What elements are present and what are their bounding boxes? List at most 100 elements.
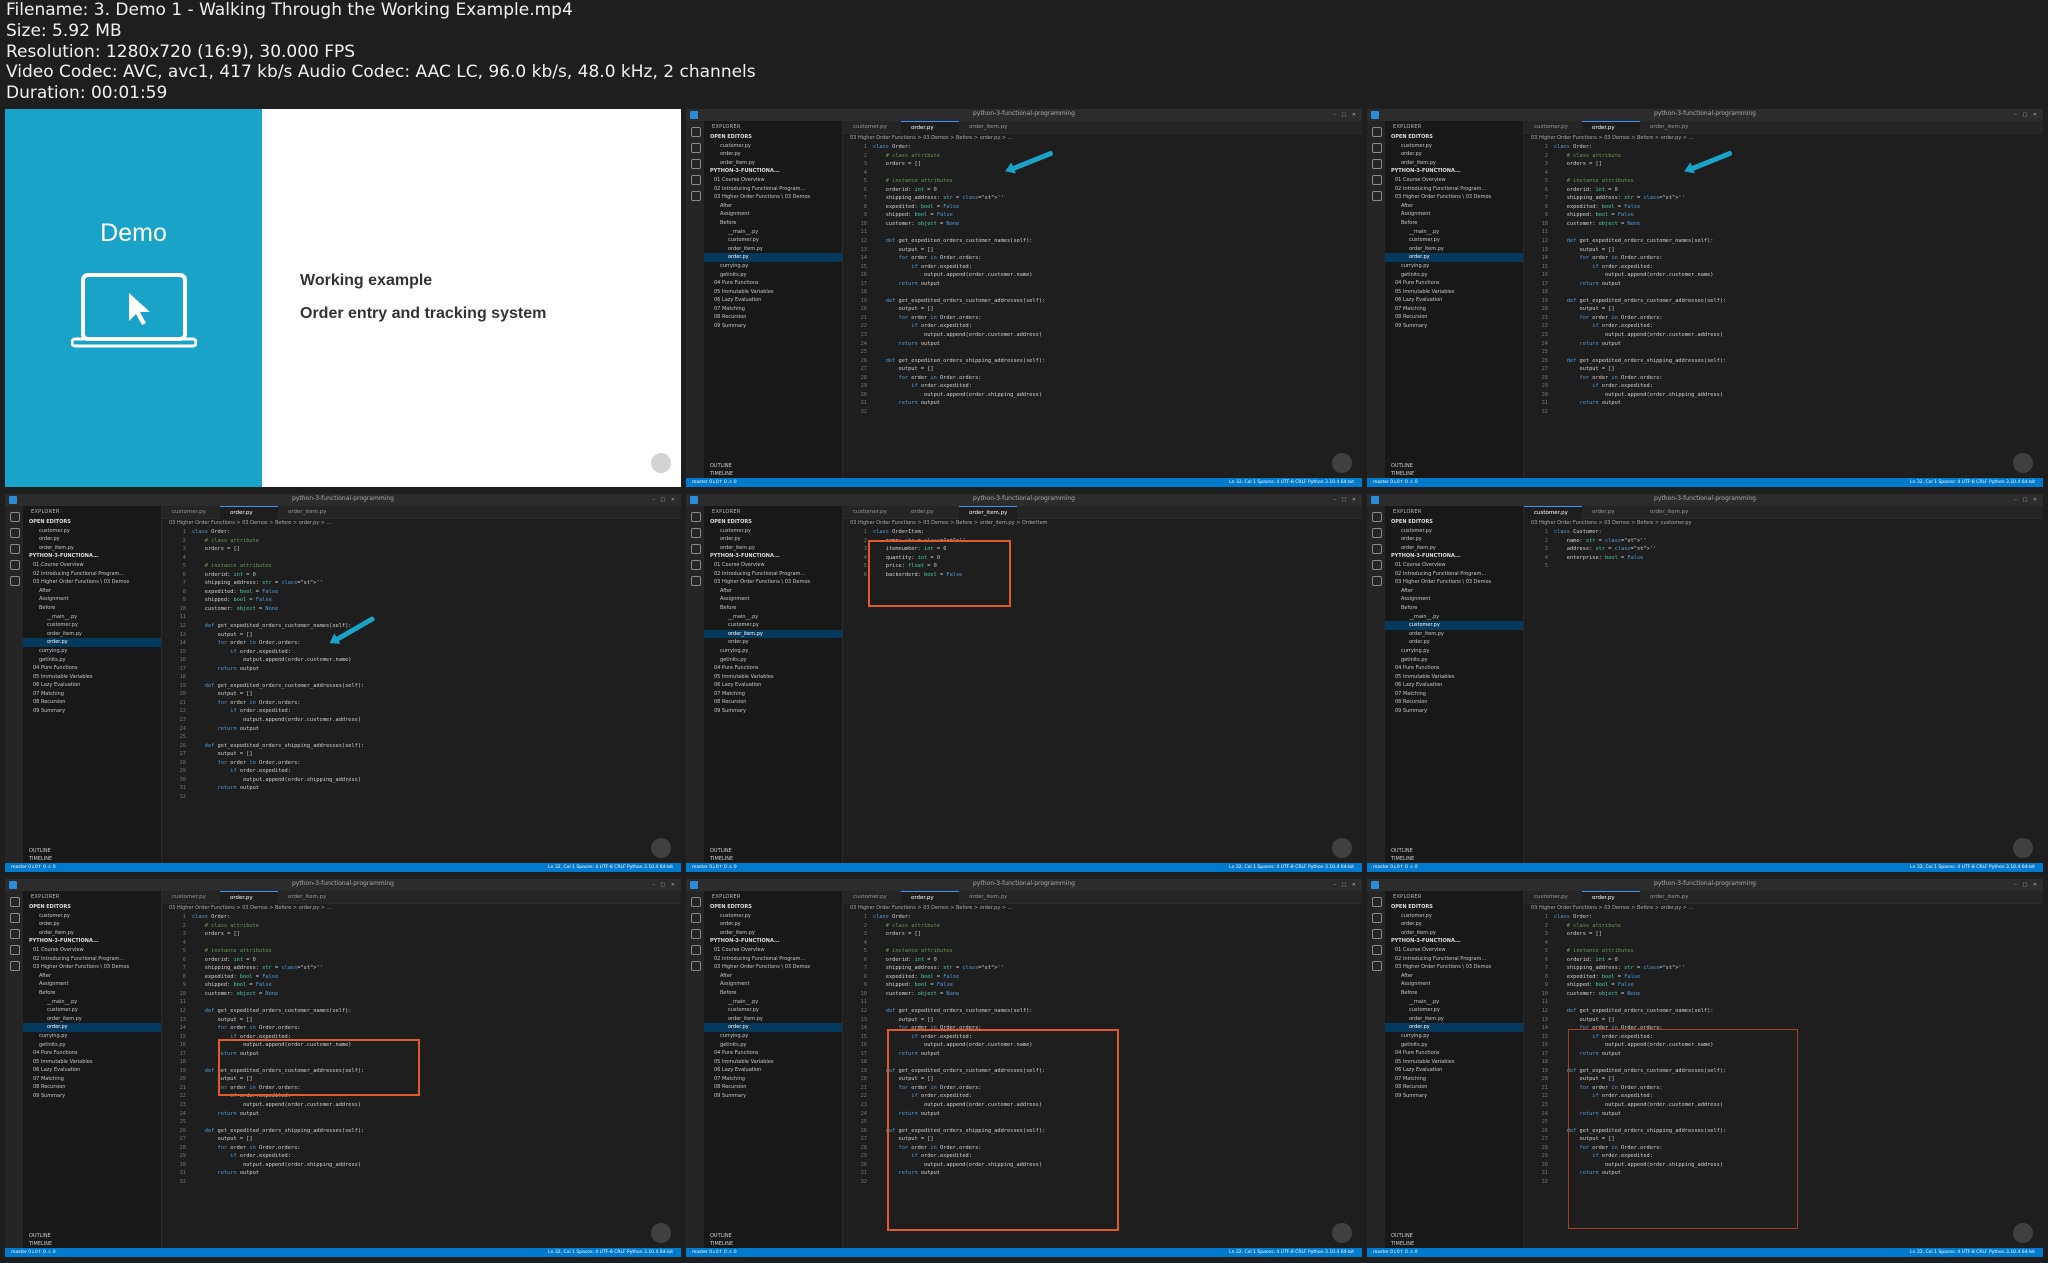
open-editor-item[interactable]: order.py [23, 535, 161, 544]
outline-section[interactable]: OUTLINE [29, 1232, 161, 1240]
editor-tab[interactable]: customer.py [843, 121, 901, 133]
breadcrumb[interactable]: 03 Higher Order Functions > 03 Demos > B… [169, 905, 331, 911]
extensions-icon[interactable] [691, 191, 701, 201]
source-control-icon[interactable] [691, 544, 701, 554]
tree-item[interactable]: Before [23, 989, 161, 998]
tree-item[interactable]: 06 Lazy Evaluation [1385, 681, 1523, 690]
tree-item[interactable]: Assignment [704, 595, 842, 604]
tree-item[interactable]: Assignment [704, 210, 842, 219]
tree-item[interactable]: Assignment [1385, 595, 1523, 604]
tree-item[interactable]: 07 Matching [23, 1075, 161, 1084]
tree-item[interactable]: 01 Course Overview [1385, 561, 1523, 570]
tree-item[interactable]: 04 Pure Functions [1385, 279, 1523, 288]
status-left[interactable]: master 0↓0↑ 0 ⚠ 0 [11, 865, 56, 870]
source-control-icon[interactable] [691, 159, 701, 169]
status-right[interactable]: Ln 32, Col 1 Spaces: 4 UTF-8 CRLF Python… [1229, 478, 1354, 487]
tree-item[interactable]: 01 Course Overview [704, 946, 842, 955]
tree-item[interactable]: order.py [1385, 1023, 1523, 1032]
tree-item[interactable]: 02 Introducing Functional Program... [1385, 185, 1523, 194]
tree-item[interactable]: __main__.py [704, 998, 842, 1007]
tree-item[interactable]: getinits.py [1385, 656, 1523, 665]
source-control-icon[interactable] [1372, 929, 1382, 939]
tree-item[interactable]: After [704, 972, 842, 981]
open-editor-item[interactable]: customer.py [1385, 912, 1523, 921]
outline-section[interactable]: OUTLINE [710, 462, 842, 470]
open-editors-header[interactable]: OPEN EDITORS [1385, 903, 1523, 912]
tree-item[interactable]: Assignment [23, 980, 161, 989]
open-editor-item[interactable]: order.py [704, 920, 842, 929]
editor-tab[interactable]: order.py [1582, 891, 1640, 904]
open-editor-item[interactable]: customer.py [23, 912, 161, 921]
tree-item[interactable]: customer.py [1385, 1006, 1523, 1015]
tree-item[interactable]: 02 Introducing Functional Program... [1385, 570, 1523, 579]
tree-item[interactable]: __main__.py [704, 613, 842, 622]
editor-tab[interactable]: customer.py [843, 506, 901, 518]
open-editors-header[interactable]: OPEN EDITORS [704, 903, 842, 912]
tree-item[interactable]: 09 Summary [1385, 1092, 1523, 1101]
open-editor-item[interactable]: order_item.py [1385, 159, 1523, 168]
timeline-section[interactable]: TIMELINE [710, 855, 842, 863]
tree-item[interactable]: 01 Course Overview [23, 946, 161, 955]
tree-item[interactable]: 02 Introducing Functional Program... [704, 955, 842, 964]
tree-item[interactable]: currying.py [1385, 647, 1523, 656]
project-root[interactable]: PYTHON-3-FUNCTIONA... [704, 937, 842, 946]
run-debug-icon[interactable] [10, 945, 20, 955]
tree-item[interactable]: 08 Recursion [1385, 698, 1523, 707]
extensions-icon[interactable] [691, 961, 701, 971]
editor-tab[interactable]: order.py [220, 891, 278, 904]
code-text[interactable]: class Order: # class attribute orders = … [1554, 143, 1726, 408]
tree-item[interactable]: 06 Lazy Evaluation [704, 296, 842, 305]
run-debug-icon[interactable] [691, 175, 701, 185]
tree-item[interactable]: 03 Higher Order Functions \ 03 Demos [1385, 963, 1523, 972]
tree-item[interactable]: 02 Introducing Functional Program... [704, 185, 842, 194]
files-icon[interactable] [691, 512, 701, 522]
status-right[interactable]: Ln 32, Col 1 Spaces: 4 UTF-8 CRLF Python… [548, 863, 673, 872]
editor-tab[interactable]: order_item.py [1640, 891, 1698, 903]
editor-tab[interactable]: order.py [901, 506, 959, 518]
tree-item[interactable]: After [1385, 587, 1523, 596]
tree-item[interactable]: Before [1385, 219, 1523, 228]
run-debug-icon[interactable] [691, 945, 701, 955]
open-editors-header[interactable]: OPEN EDITORS [1385, 518, 1523, 527]
open-editor-item[interactable]: order_item.py [704, 544, 842, 553]
breadcrumb[interactable]: 03 Higher Order Functions > 03 Demos > B… [169, 520, 331, 526]
tree-item[interactable]: 09 Summary [1385, 322, 1523, 331]
tree-item[interactable]: getinits.py [704, 271, 842, 280]
play-icon[interactable] [651, 838, 671, 858]
tree-item[interactable]: 05 Immutable Variables [1385, 673, 1523, 682]
tree-item[interactable]: __main__.py [1385, 998, 1523, 1007]
tree-item[interactable]: After [704, 587, 842, 596]
tree-item[interactable]: customer.py [1385, 236, 1523, 245]
extensions-icon[interactable] [691, 576, 701, 586]
status-right[interactable]: Ln 32, Col 1 Spaces: 4 UTF-8 CRLF Python… [1910, 478, 2035, 487]
tree-item[interactable]: 05 Immutable Variables [1385, 288, 1523, 297]
tree-item[interactable]: currying.py [1385, 262, 1523, 271]
tree-item[interactable]: 05 Immutable Variables [23, 673, 161, 682]
editor-tab[interactable]: order.py [220, 506, 278, 519]
editor-tab[interactable]: order.py [901, 891, 959, 904]
breadcrumb[interactable]: 03 Higher Order Functions > 03 Demos > B… [1531, 905, 1693, 911]
timeline-section[interactable]: TIMELINE [29, 1240, 161, 1248]
tree-item[interactable]: 06 Lazy Evaluation [23, 681, 161, 690]
breadcrumb[interactable]: 03 Higher Order Functions > 03 Demos > B… [850, 135, 1012, 141]
tree-item[interactable]: 06 Lazy Evaluation [1385, 296, 1523, 305]
tree-item[interactable]: getinits.py [1385, 271, 1523, 280]
play-icon[interactable] [1332, 838, 1352, 858]
source-control-icon[interactable] [1372, 159, 1382, 169]
breadcrumb[interactable]: 03 Higher Order Functions > 03 Demos > B… [850, 520, 1048, 526]
tree-item[interactable]: Assignment [1385, 980, 1523, 989]
tree-item[interactable]: Before [1385, 989, 1523, 998]
extensions-icon[interactable] [1372, 191, 1382, 201]
tree-item[interactable]: __main__.py [704, 228, 842, 237]
tree-item[interactable]: 09 Summary [704, 1092, 842, 1101]
run-debug-icon[interactable] [1372, 175, 1382, 185]
tree-item[interactable]: 09 Summary [23, 1092, 161, 1101]
tree-item[interactable]: 08 Recursion [23, 1083, 161, 1092]
tree-item[interactable]: getinits.py [704, 656, 842, 665]
tree-item[interactable]: 07 Matching [23, 690, 161, 699]
source-control-icon[interactable] [691, 929, 701, 939]
tree-item[interactable]: 01 Course Overview [1385, 946, 1523, 955]
tree-item[interactable]: order_item.py [704, 1015, 842, 1024]
tree-item[interactable]: currying.py [23, 647, 161, 656]
tree-item[interactable]: getinits.py [1385, 1041, 1523, 1050]
